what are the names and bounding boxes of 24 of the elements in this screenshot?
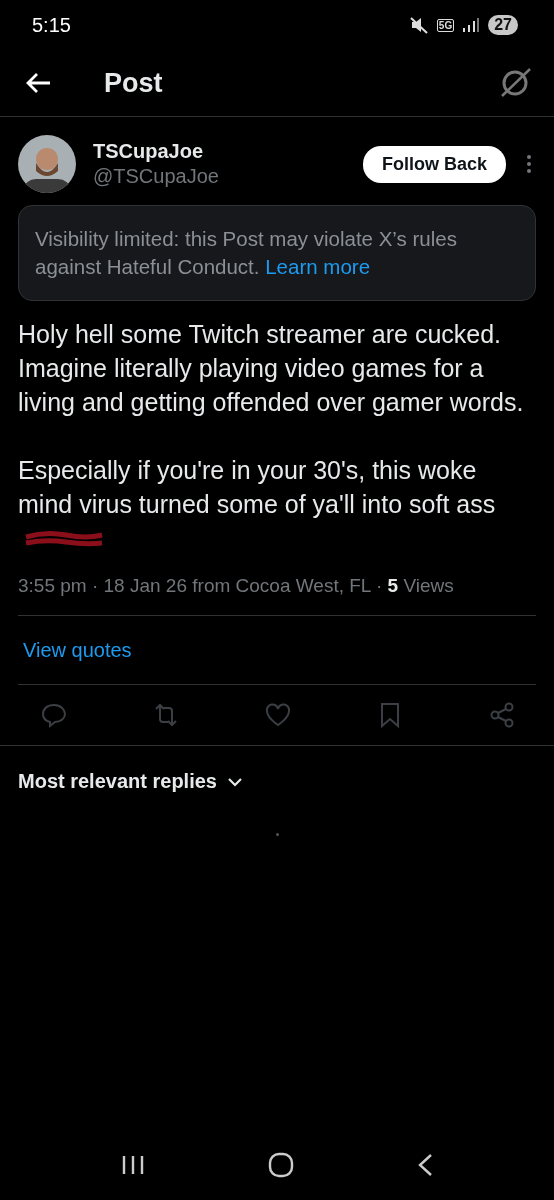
chevron-icon (226, 776, 243, 787)
recent-apps-icon[interactable] (121, 1154, 146, 1176)
learn-more-link[interactable]: Learn more (265, 255, 371, 278)
network-label: 5G (436, 18, 455, 32)
loading-dot (275, 833, 279, 836)
home-icon[interactable] (268, 1152, 294, 1178)
mute-icon (408, 15, 429, 35)
author-name[interactable]: TSCupaJoe (93, 140, 363, 163)
replies-sort-dropdown[interactable]: Most relevant replies (18, 746, 243, 793)
status-time: 5:15 (32, 13, 71, 37)
battery-level: 27 (488, 15, 518, 35)
back-icon[interactable] (416, 1153, 433, 1177)
avatar[interactable] (18, 135, 76, 193)
post-meta: 3:55 pm · 18 Jan 26 from Cocoa West, FL · 5 Views (18, 575, 455, 598)
back-arrow-icon[interactable] (26, 72, 52, 94)
post-text: Holy hell some Twitch streamer are cucked. Imagine literally playing video games for a living and getting offended over gamer words. (18, 319, 525, 418)
view-quotes-link[interactable]: View quotes (18, 616, 536, 684)
author-handle[interactable]: @TSCupaJoe (93, 165, 363, 188)
page-title: Post (104, 67, 164, 99)
signal-icon (462, 17, 481, 33)
post-text: Especially if you're in your 30's, this woke mind virus turned some of ya'll into soft ass (18, 453, 536, 555)
follow-back-button[interactable]: Follow Back (362, 145, 506, 183)
more-options-icon[interactable] (526, 154, 532, 174)
notice-text: Visibility limited: this Post may violate X’s rules against Hateful Conduct. Learn more (35, 227, 457, 278)
